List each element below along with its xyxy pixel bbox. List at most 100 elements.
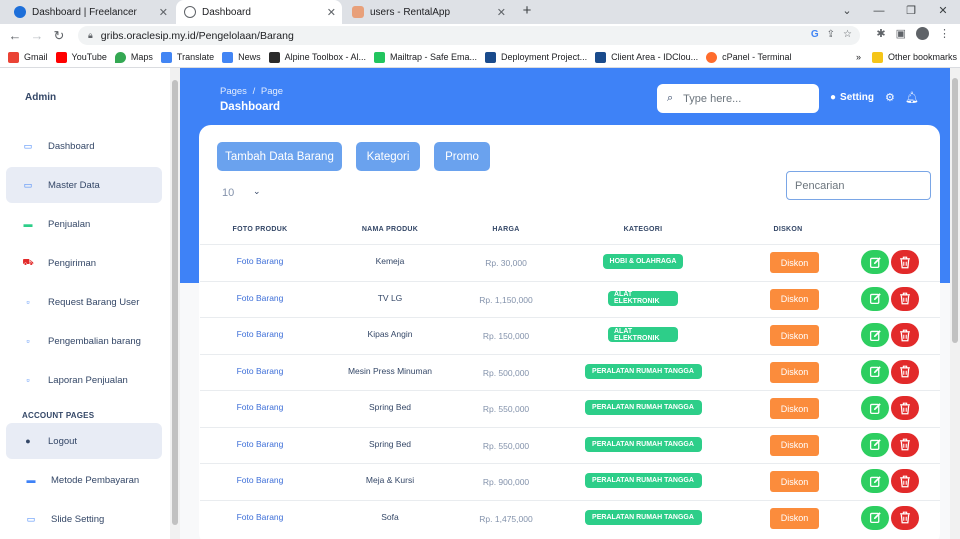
- header-search-input[interactable]: ⌕ Type here...: [657, 84, 819, 113]
- promo-button[interactable]: Promo: [434, 142, 490, 171]
- foto-barang-link[interactable]: Foto Barang: [220, 512, 300, 522]
- bookmark-maps[interactable]: Maps: [114, 51, 153, 63]
- new-tab-button[interactable]: +: [518, 2, 536, 20]
- user-icon: ●: [25, 436, 31, 446]
- monitor-icon: ▭: [23, 140, 33, 151]
- setting-link[interactable]: ● Setting: [830, 92, 874, 103]
- diskon-button[interactable]: Diskon: [770, 288, 819, 310]
- delete-button[interactable]: [891, 359, 919, 384]
- bookmark-cpanel[interactable]: cPanel - Terminal: [706, 51, 792, 63]
- diskon-button[interactable]: Diskon: [770, 507, 819, 529]
- bookmarks-overflow-icon[interactable]: »: [856, 52, 861, 62]
- browser-tab-rentalapp[interactable]: users - RentalApp ✕: [344, 0, 512, 24]
- edit-button[interactable]: [861, 469, 889, 494]
- foto-barang-link[interactable]: Foto Barang: [220, 366, 300, 376]
- sidebar-item-pengiriman[interactable]: ⛟ Pengiriman: [6, 245, 162, 281]
- foto-barang-link[interactable]: Foto Barang: [220, 329, 300, 339]
- sidebar-scrollbar[interactable]: [170, 68, 180, 539]
- tab-search-icon[interactable]: ⌄: [832, 0, 862, 22]
- delete-button[interactable]: [891, 396, 919, 421]
- page-scrollbar[interactable]: [950, 68, 960, 539]
- chevron-down-icon[interactable]: ⌄: [253, 186, 261, 197]
- address-bar[interactable]: 🔒︎ gribs.oraclesip.my.id/Pengelolaan/Bar…: [78, 26, 860, 45]
- foto-barang-link[interactable]: Foto Barang: [220, 475, 300, 485]
- scrollbar-thumb[interactable]: [952, 78, 958, 343]
- edit-button[interactable]: [861, 505, 889, 530]
- back-icon[interactable]: ←: [4, 28, 26, 43]
- sidebar-item-master-data[interactable]: ▭ Master Data: [6, 167, 162, 203]
- edit-button[interactable]: [861, 323, 889, 348]
- share-icon[interactable]: ⇪: [827, 29, 835, 40]
- delete-button[interactable]: [891, 323, 919, 348]
- bookmark-alpine[interactable]: Alpine Toolbox - Al...: [268, 51, 366, 63]
- bookmark-deployment[interactable]: Deployment Project...: [485, 51, 587, 63]
- bookmark-idcloud[interactable]: Client Area - IDClou...: [595, 51, 698, 63]
- per-page-select[interactable]: 10: [222, 187, 234, 199]
- sidebar-item-dashboard[interactable]: ▭ Dashboard: [6, 128, 162, 164]
- bookmark-gmail[interactable]: Gmail: [8, 51, 48, 63]
- user-icon: ●: [830, 92, 837, 103]
- google-icon[interactable]: G: [811, 29, 819, 40]
- browser-tab-dashboard[interactable]: Dashboard ✕: [176, 0, 342, 24]
- kategori-button[interactable]: Kategori: [356, 142, 420, 171]
- close-tab-icon[interactable]: ✕: [327, 6, 336, 19]
- tab-title: Dashboard: [202, 6, 251, 18]
- box-icon: ▫: [26, 375, 30, 385]
- delete-button[interactable]: [891, 505, 919, 530]
- forward-icon[interactable]: →: [26, 28, 48, 43]
- extensions-icon[interactable]: ✱: [876, 27, 885, 40]
- sidebar-item-penjualan[interactable]: ▬ Penjualan: [6, 206, 162, 242]
- sidebar-item-pengembalian[interactable]: ▫ Pengembalian barang: [6, 323, 162, 359]
- scrollbar-thumb[interactable]: [172, 80, 178, 525]
- delete-button[interactable]: [891, 469, 919, 494]
- close-window-icon[interactable]: ✕: [928, 0, 958, 22]
- bookmark-translate[interactable]: Translate: [160, 51, 214, 63]
- account-pages-heading: ACCOUNT PAGES: [22, 411, 95, 420]
- sidebar-item-slide-setting[interactable]: ▭ Slide Setting: [6, 501, 162, 537]
- delete-button[interactable]: [891, 286, 919, 311]
- side-panel-icon[interactable]: ▣: [896, 27, 906, 40]
- diskon-button[interactable]: Diskon: [770, 398, 819, 420]
- close-tab-icon[interactable]: ✕: [159, 6, 168, 19]
- sidebar-item-request-barang[interactable]: ▫ Request Barang User: [6, 284, 162, 320]
- foto-barang-link[interactable]: Foto Barang: [220, 293, 300, 303]
- reload-icon[interactable]: ↻: [48, 28, 70, 44]
- minimize-icon[interactable]: —: [864, 0, 894, 22]
- breadcrumb-root[interactable]: Pages: [220, 86, 247, 97]
- tambah-data-barang-button[interactable]: Tambah Data Barang: [217, 142, 342, 171]
- edit-button[interactable]: [861, 432, 889, 457]
- foto-barang-link[interactable]: Foto Barang: [220, 439, 300, 449]
- gear-icon[interactable]: ⚙: [885, 91, 895, 104]
- pencarian-input[interactable]: Pencarian: [786, 171, 931, 200]
- other-bookmarks[interactable]: Other bookmarks: [872, 51, 957, 63]
- restore-icon[interactable]: ❐: [896, 0, 926, 22]
- sidebar-item-laporan[interactable]: ▫ Laporan Penjualan: [6, 362, 162, 398]
- foto-barang-link[interactable]: Foto Barang: [220, 256, 300, 266]
- bookmark-mailtrap[interactable]: Mailtrap - Safe Ema...: [374, 51, 477, 63]
- browser-tab-freelancer[interactable]: Dashboard | Freelancer ✕: [6, 0, 174, 24]
- search-placeholder: Type here...: [683, 92, 742, 105]
- bookmark-news[interactable]: News: [222, 51, 261, 63]
- edit-button[interactable]: [861, 286, 889, 311]
- sidebar-item-metode-pembayaran[interactable]: ▬ Metode Pembayaran: [6, 462, 162, 498]
- close-tab-icon[interactable]: ✕: [497, 6, 506, 19]
- menu-icon[interactable]: ⋮: [939, 27, 950, 40]
- bell-icon[interactable]: 🔔︎: [905, 91, 919, 104]
- edit-button[interactable]: [861, 359, 889, 384]
- diskon-button[interactable]: Diskon: [770, 361, 819, 383]
- diskon-button[interactable]: Diskon: [770, 434, 819, 456]
- diskon-button[interactable]: Diskon: [770, 471, 819, 493]
- bookmark-youtube[interactable]: YouTube: [55, 51, 107, 63]
- product-price: Rp. 1,475,000: [479, 513, 533, 524]
- delete-button[interactable]: [891, 432, 919, 457]
- foto-barang-link[interactable]: Foto Barang: [220, 402, 300, 412]
- browser-toolbar: ← → ↻ 🔒︎ gribs.oraclesip.my.id/Pengelola…: [0, 24, 960, 47]
- edit-button[interactable]: [861, 250, 889, 275]
- sidebar-item-logout[interactable]: ● Logout: [6, 423, 162, 459]
- bookmark-star-icon[interactable]: ☆: [843, 29, 852, 40]
- profile-avatar[interactable]: [916, 27, 929, 40]
- delete-button[interactable]: [891, 250, 919, 275]
- diskon-button[interactable]: Diskon: [770, 325, 819, 347]
- edit-button[interactable]: [861, 396, 889, 421]
- diskon-button[interactable]: Diskon: [770, 252, 819, 274]
